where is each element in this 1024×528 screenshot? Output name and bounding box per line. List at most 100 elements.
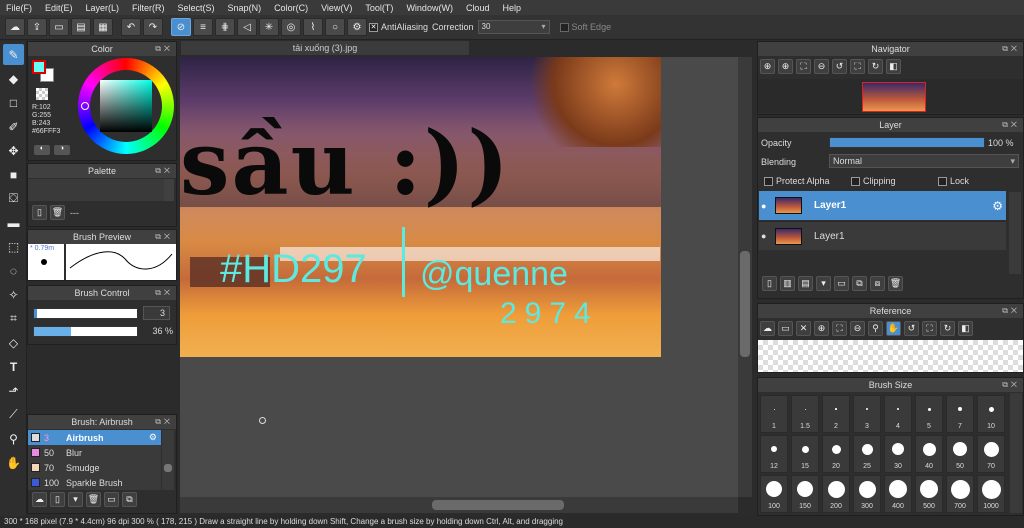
brush-size-cell[interactable]: 40 (915, 435, 943, 473)
new-8bit-layer-icon[interactable]: ▤ (798, 276, 813, 291)
select-rect-icon[interactable]: ⬚ (3, 236, 24, 257)
cloud-download-icon[interactable]: ☁ (760, 321, 775, 336)
move-tool-icon[interactable]: ✥ (3, 140, 24, 161)
eye-icon[interactable]: ● (761, 231, 775, 241)
snap-radial-icon[interactable]: ✳ (259, 18, 279, 36)
brush-opacity-slider[interactable] (33, 326, 138, 337)
snap-parallel-icon[interactable]: ≡ (193, 18, 213, 36)
reference-canvas[interactable] (758, 340, 1023, 372)
folder-icon[interactable]: ▭ (104, 492, 119, 507)
text-tool-icon[interactable]: T (3, 356, 24, 377)
zoom-in-icon[interactable]: ⊕ (778, 59, 793, 74)
folder-icon[interactable]: ▭ (834, 276, 849, 291)
snap-vanishing-icon[interactable]: ◁ (237, 18, 257, 36)
select-eraser-icon[interactable]: ◇ (3, 332, 24, 353)
panel-controls-icon[interactable]: ⧉✕ (155, 164, 173, 178)
horizontal-scrollbar[interactable] (180, 497, 738, 513)
new-halftone-layer-icon[interactable]: ▥ (780, 276, 795, 291)
brush-list-scrollbar[interactable] (162, 430, 174, 490)
menu-help[interactable]: Help (502, 3, 521, 13)
snap-ellipse-icon[interactable]: ○ (325, 18, 345, 36)
panel-controls-icon[interactable]: ⧉✕ (155, 286, 173, 300)
menu-filter[interactable]: Filter(R) (132, 3, 165, 13)
transparent-color-swatch[interactable] (36, 88, 48, 100)
brush-size-cell[interactable]: 200 (822, 475, 850, 513)
panel-controls-icon[interactable]: ⧉✕ (155, 42, 173, 56)
select-pen-icon[interactable]: ⌗ (3, 308, 24, 329)
snap-curve-icon[interactable]: ⌇ (303, 18, 323, 36)
lock-checkbox[interactable] (938, 176, 947, 186)
navigator-preview[interactable] (758, 79, 1023, 113)
menu-view[interactable]: View(V) (321, 3, 352, 13)
brush-size-cell[interactable]: 70 (977, 435, 1005, 473)
brush-size-cell[interactable]: 4 (884, 395, 912, 433)
fit-icon[interactable]: ⛶ (832, 321, 847, 336)
soft-edge-toggle[interactable]: Soft Edge (559, 22, 611, 32)
flip-icon[interactable]: ◧ (958, 321, 973, 336)
brush-size-cell[interactable]: 100 (760, 475, 788, 513)
new-layer-icon[interactable]: ▯ (762, 276, 777, 291)
menu-tool[interactable]: Tool(T) (365, 3, 393, 13)
add-palette-icon[interactable]: ▯ (32, 205, 47, 220)
bucket-tool-icon[interactable]: ⛋ (3, 188, 24, 209)
brush-size-cell[interactable]: 1000 (977, 475, 1005, 513)
panel-controls-icon[interactable]: ⧉✕ (1002, 304, 1020, 318)
color-history-button[interactable]: ◑ (54, 145, 70, 155)
undo-icon[interactable]: ↶ (121, 18, 141, 36)
palette-scrollbar[interactable] (164, 179, 174, 201)
hand-icon[interactable]: ✋ (886, 321, 901, 336)
grid-icon[interactable]: ▦ (93, 18, 113, 36)
brush-size-cell[interactable]: 2 (822, 395, 850, 433)
palette-swatches[interactable] (28, 179, 164, 201)
document-tab[interactable]: tải xuống (3).jpg (180, 40, 470, 56)
brush-size-cell[interactable]: 1 (760, 395, 788, 433)
menu-layer[interactable]: Layer(L) (86, 3, 120, 13)
zoom-in-icon[interactable]: ⊕ (760, 59, 775, 74)
saturation-value-square[interactable] (100, 80, 152, 132)
menu-window[interactable]: Window(W) (406, 3, 453, 13)
brush-size-cell[interactable]: 700 (946, 475, 974, 513)
snap-circle-icon[interactable]: ◎ (281, 18, 301, 36)
clipping-checkbox[interactable] (851, 176, 860, 186)
snap-crisscross-icon[interactable]: ⋕ (215, 18, 235, 36)
eraser-tool-icon[interactable]: ◆ (3, 68, 24, 89)
lock-toggle[interactable]: Lock (938, 176, 969, 186)
protect-alpha-checkbox[interactable] (764, 176, 773, 186)
operation-tool-icon[interactable]: ⬏ (3, 380, 24, 401)
lasso-tool-icon[interactable]: ◌ (3, 260, 24, 281)
delete-palette-icon[interactable]: 🗑 (50, 205, 65, 220)
vertical-scrollbar[interactable] (738, 57, 752, 497)
panel-controls-icon[interactable]: ⧉✕ (155, 230, 173, 244)
antialiasing-checkbox[interactable]: ✕ (369, 22, 378, 32)
panel-controls-icon[interactable]: ⧉✕ (1002, 118, 1020, 132)
menu-file[interactable]: File(F) (6, 3, 32, 13)
brush-size-cell[interactable]: 7 (946, 395, 974, 433)
brush-size-cell[interactable]: 50 (946, 435, 974, 473)
selection-pen-icon[interactable]: ✐ (3, 116, 24, 137)
share-icon[interactable]: ⇪ (27, 18, 47, 36)
brush-tool-icon[interactable]: ✎ (3, 44, 24, 65)
brush-size-cell[interactable]: 25 (853, 435, 881, 473)
canvas-area[interactable]: sầu :)) #HD297 @quenne 2974 (180, 57, 752, 497)
blending-select[interactable]: Normal ▾ (829, 154, 1019, 168)
add-layer-menu-icon[interactable]: ▾ (816, 276, 831, 291)
brush-size-cell[interactable]: 30 (884, 435, 912, 473)
cloud-icon[interactable]: ☁ (5, 18, 25, 36)
protect-alpha-toggle[interactable]: Protect Alpha (764, 176, 830, 186)
eyedropper-icon[interactable]: ⚲ (868, 321, 883, 336)
rotate-right-icon[interactable]: ↻ (868, 59, 883, 74)
cloud-brush-icon[interactable]: ☁ (32, 492, 47, 507)
open-folder-icon[interactable]: ▭ (778, 321, 793, 336)
snap-off-icon[interactable]: ⊘ (171, 18, 191, 36)
brush-size-cell[interactable]: 20 (822, 435, 850, 473)
brush-size-slider[interactable] (33, 308, 138, 319)
brush-size-cell[interactable]: 400 (884, 475, 912, 513)
layer-opacity-slider[interactable] (829, 137, 985, 148)
menu-color[interactable]: Color(C) (274, 3, 308, 13)
close-icon[interactable]: ✕ (796, 321, 811, 336)
brush-size-cell[interactable]: 500 (915, 475, 943, 513)
eyedropper-icon[interactable]: ⚲ (3, 428, 24, 449)
brush-item-smudge[interactable]: 70 Smudge (28, 460, 161, 475)
brush-size-cell[interactable]: 15 (791, 435, 819, 473)
hue-wheel[interactable] (78, 58, 174, 154)
